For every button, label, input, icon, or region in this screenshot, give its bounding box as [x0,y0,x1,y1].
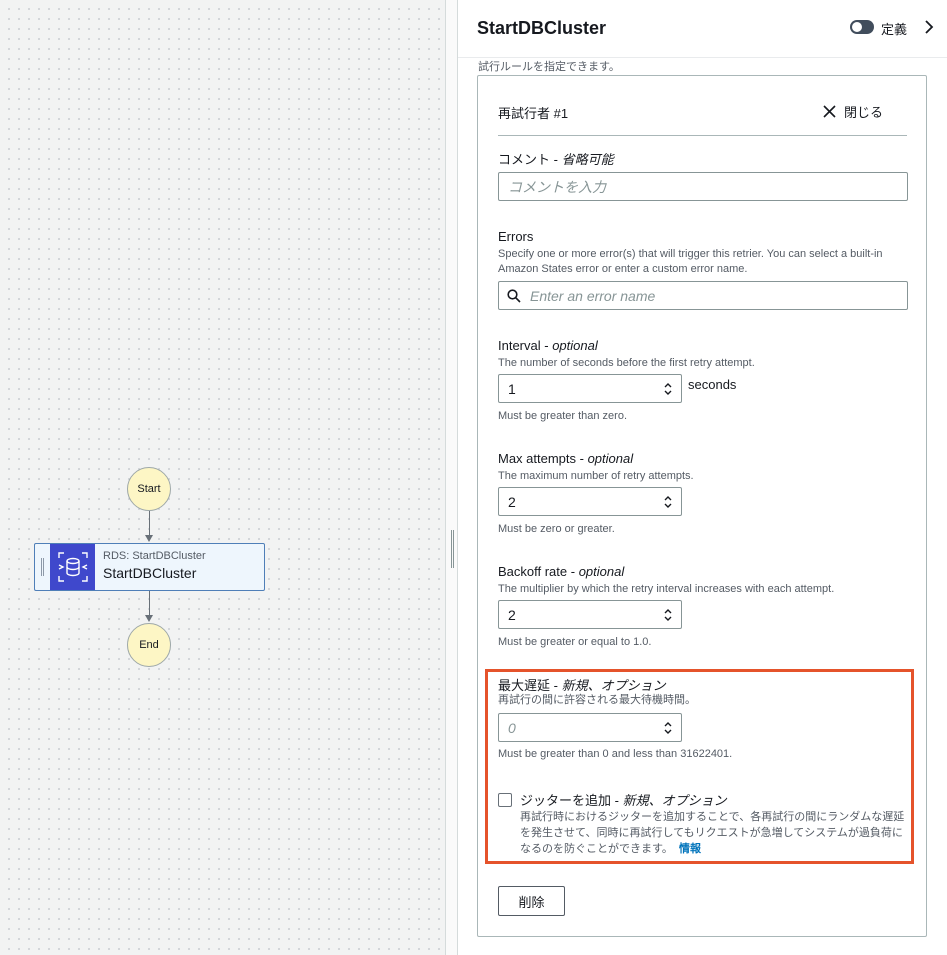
interval-description: The number of seconds before the first r… [498,357,755,369]
backoff-rate-description: The multiplier by which the retry interv… [498,583,835,595]
edge-arrow [145,615,153,622]
divider [498,135,907,136]
interval-label: Interval - optional [498,338,598,353]
section-description: 試行ルールを指定できます。 [478,61,620,73]
inspector-panel: StartDBCluster 定義 試行ルールを指定できます。 再試行者 #1 … [458,0,947,955]
panel-header: StartDBCluster 定義 [458,0,947,58]
max-delay-input[interactable]: 0 [498,713,682,742]
errors-placeholder: Enter an error name [530,287,656,304]
jitter-description: 再試行時におけるジッターを追加することで、各再試行の間にランダムな遅延を発生させ… [520,811,905,855]
comment-label: コメント - 省略可能 [498,152,614,167]
backoff-rate-input[interactable]: 2 [498,600,682,629]
workflow-canvas[interactable]: Start RDS: StartDBCluster StartDBCluster… [0,0,445,955]
errors-search-input[interactable]: Enter an error name [498,281,908,310]
max-attempts-constraint: Must be zero or greater. [498,523,615,535]
stepper-icon[interactable] [663,495,673,509]
edge-task-end [149,591,150,616]
stepper-icon[interactable] [663,608,673,622]
chevron-right-icon[interactable] [921,19,937,35]
edge-arrow [145,535,153,542]
interval-constraint: Must be greater than zero. [498,410,628,422]
rds-service-icon [50,544,95,590]
backoff-rate-label: Backoff rate - optional [498,564,625,579]
definition-toggle-label: 定義 [881,22,908,37]
max-delay-label: 最大遅延 - 新規、オプション [498,678,666,693]
interval-input[interactable]: 1 [498,374,682,403]
comment-placeholder: コメントを入力 [508,178,606,195]
task-service-label: RDS: StartDBCluster [103,550,206,562]
jitter-label[interactable]: ジッターを追加 - 新規、オプション [520,790,727,809]
drag-handle-icon[interactable] [35,544,50,590]
jitter-checkbox[interactable] [498,793,512,807]
backoff-rate-value: 2 [508,606,516,623]
start-node[interactable]: Start [127,467,171,511]
delete-label: 削除 [518,894,545,910]
search-icon [507,288,521,303]
close-icon [823,105,836,118]
edge-start-task [149,511,150,536]
stepper-icon[interactable] [663,382,673,396]
task-name: StartDBCluster [103,565,197,581]
close-retrier-button[interactable]: 閉じる [823,102,883,121]
close-label: 閉じる [844,105,884,120]
interval-unit: seconds [688,377,737,392]
errors-description: Specify one or more error(s) that will t… [498,248,883,275]
backoff-rate-constraint: Must be greater or equal to 1.0. [498,636,652,648]
max-attempts-value: 2 [508,493,516,510]
max-attempts-label: Max attempts - optional [498,451,634,466]
retrier-card: 再試行者 #1 閉じる コメント - 省略可能 コメントを入力 Errors S… [477,75,927,937]
task-node-startdbcluster[interactable]: RDS: StartDBCluster StartDBCluster [34,543,265,591]
end-node[interactable]: End [127,623,171,667]
max-delay-description: 再試行の間に許容される最大待機時間。 [498,694,696,706]
info-link[interactable]: 情報 [679,843,701,855]
stepper-icon[interactable] [663,721,673,735]
interval-value: 1 [508,380,516,397]
max-attempts-description: The maximum number of retry attempts. [498,470,694,482]
comment-input[interactable]: コメントを入力 [498,172,908,201]
definition-toggle[interactable] [850,20,874,34]
errors-label: Errors [498,229,534,244]
panel-resize-handle[interactable] [445,0,458,955]
max-attempts-input[interactable]: 2 [498,487,682,516]
max-delay-constraint: Must be greater than 0 and less than 316… [498,748,733,760]
end-node-label: End [139,639,159,651]
start-node-label: Start [137,483,161,495]
panel-title: StartDBCluster [477,18,607,38]
max-delay-placeholder: 0 [508,719,516,736]
retrier-heading: 再試行者 #1 [498,106,569,121]
delete-retrier-button[interactable]: 削除 [498,886,565,916]
